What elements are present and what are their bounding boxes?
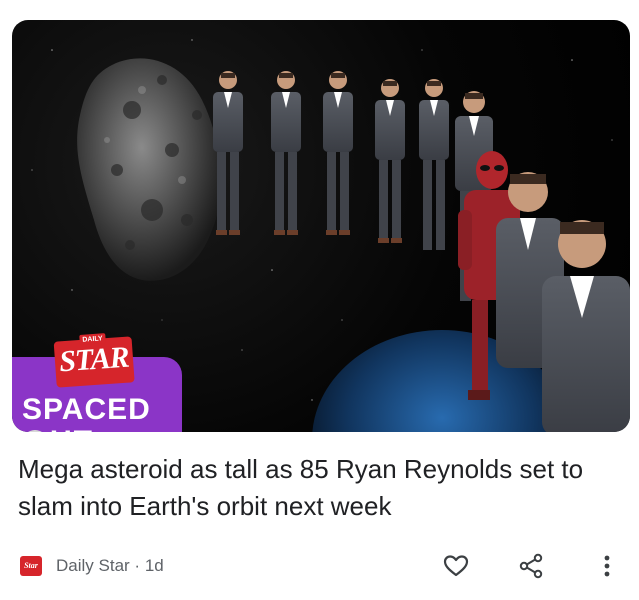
more-vertical-icon: [604, 555, 610, 577]
article-headline[interactable]: Mega asteroid as tall as 85 Ryan Reynold…: [18, 451, 628, 525]
like-button[interactable]: [439, 550, 473, 582]
badge-line1: SPACED: [22, 393, 151, 426]
heart-outline-icon: [443, 555, 469, 577]
source-row: Star Daily Star · 1d: [0, 548, 639, 584]
article-image[interactable]: SPACED UT DAILY STAR: [12, 20, 630, 432]
more-options-button[interactable]: [590, 550, 624, 582]
news-card[interactable]: SPACED UT DAILY STAR Mega asteroid as ta…: [0, 0, 639, 600]
daily-star-logo: DAILY STAR: [51, 330, 137, 390]
share-button[interactable]: [514, 550, 548, 582]
asteroid: [77, 58, 221, 281]
logo-star-text: STAR: [58, 340, 130, 379]
article-age: 1d: [144, 556, 164, 575]
source-meta: Daily Star · 1d: [56, 556, 164, 576]
badge-line2: UT: [50, 425, 94, 432]
publisher-name[interactable]: Daily Star: [56, 556, 130, 575]
share-icon: [519, 553, 543, 579]
meta-separator: ·: [134, 556, 141, 575]
publisher-logo: Star: [20, 556, 42, 576]
alien-icon: [28, 430, 42, 432]
